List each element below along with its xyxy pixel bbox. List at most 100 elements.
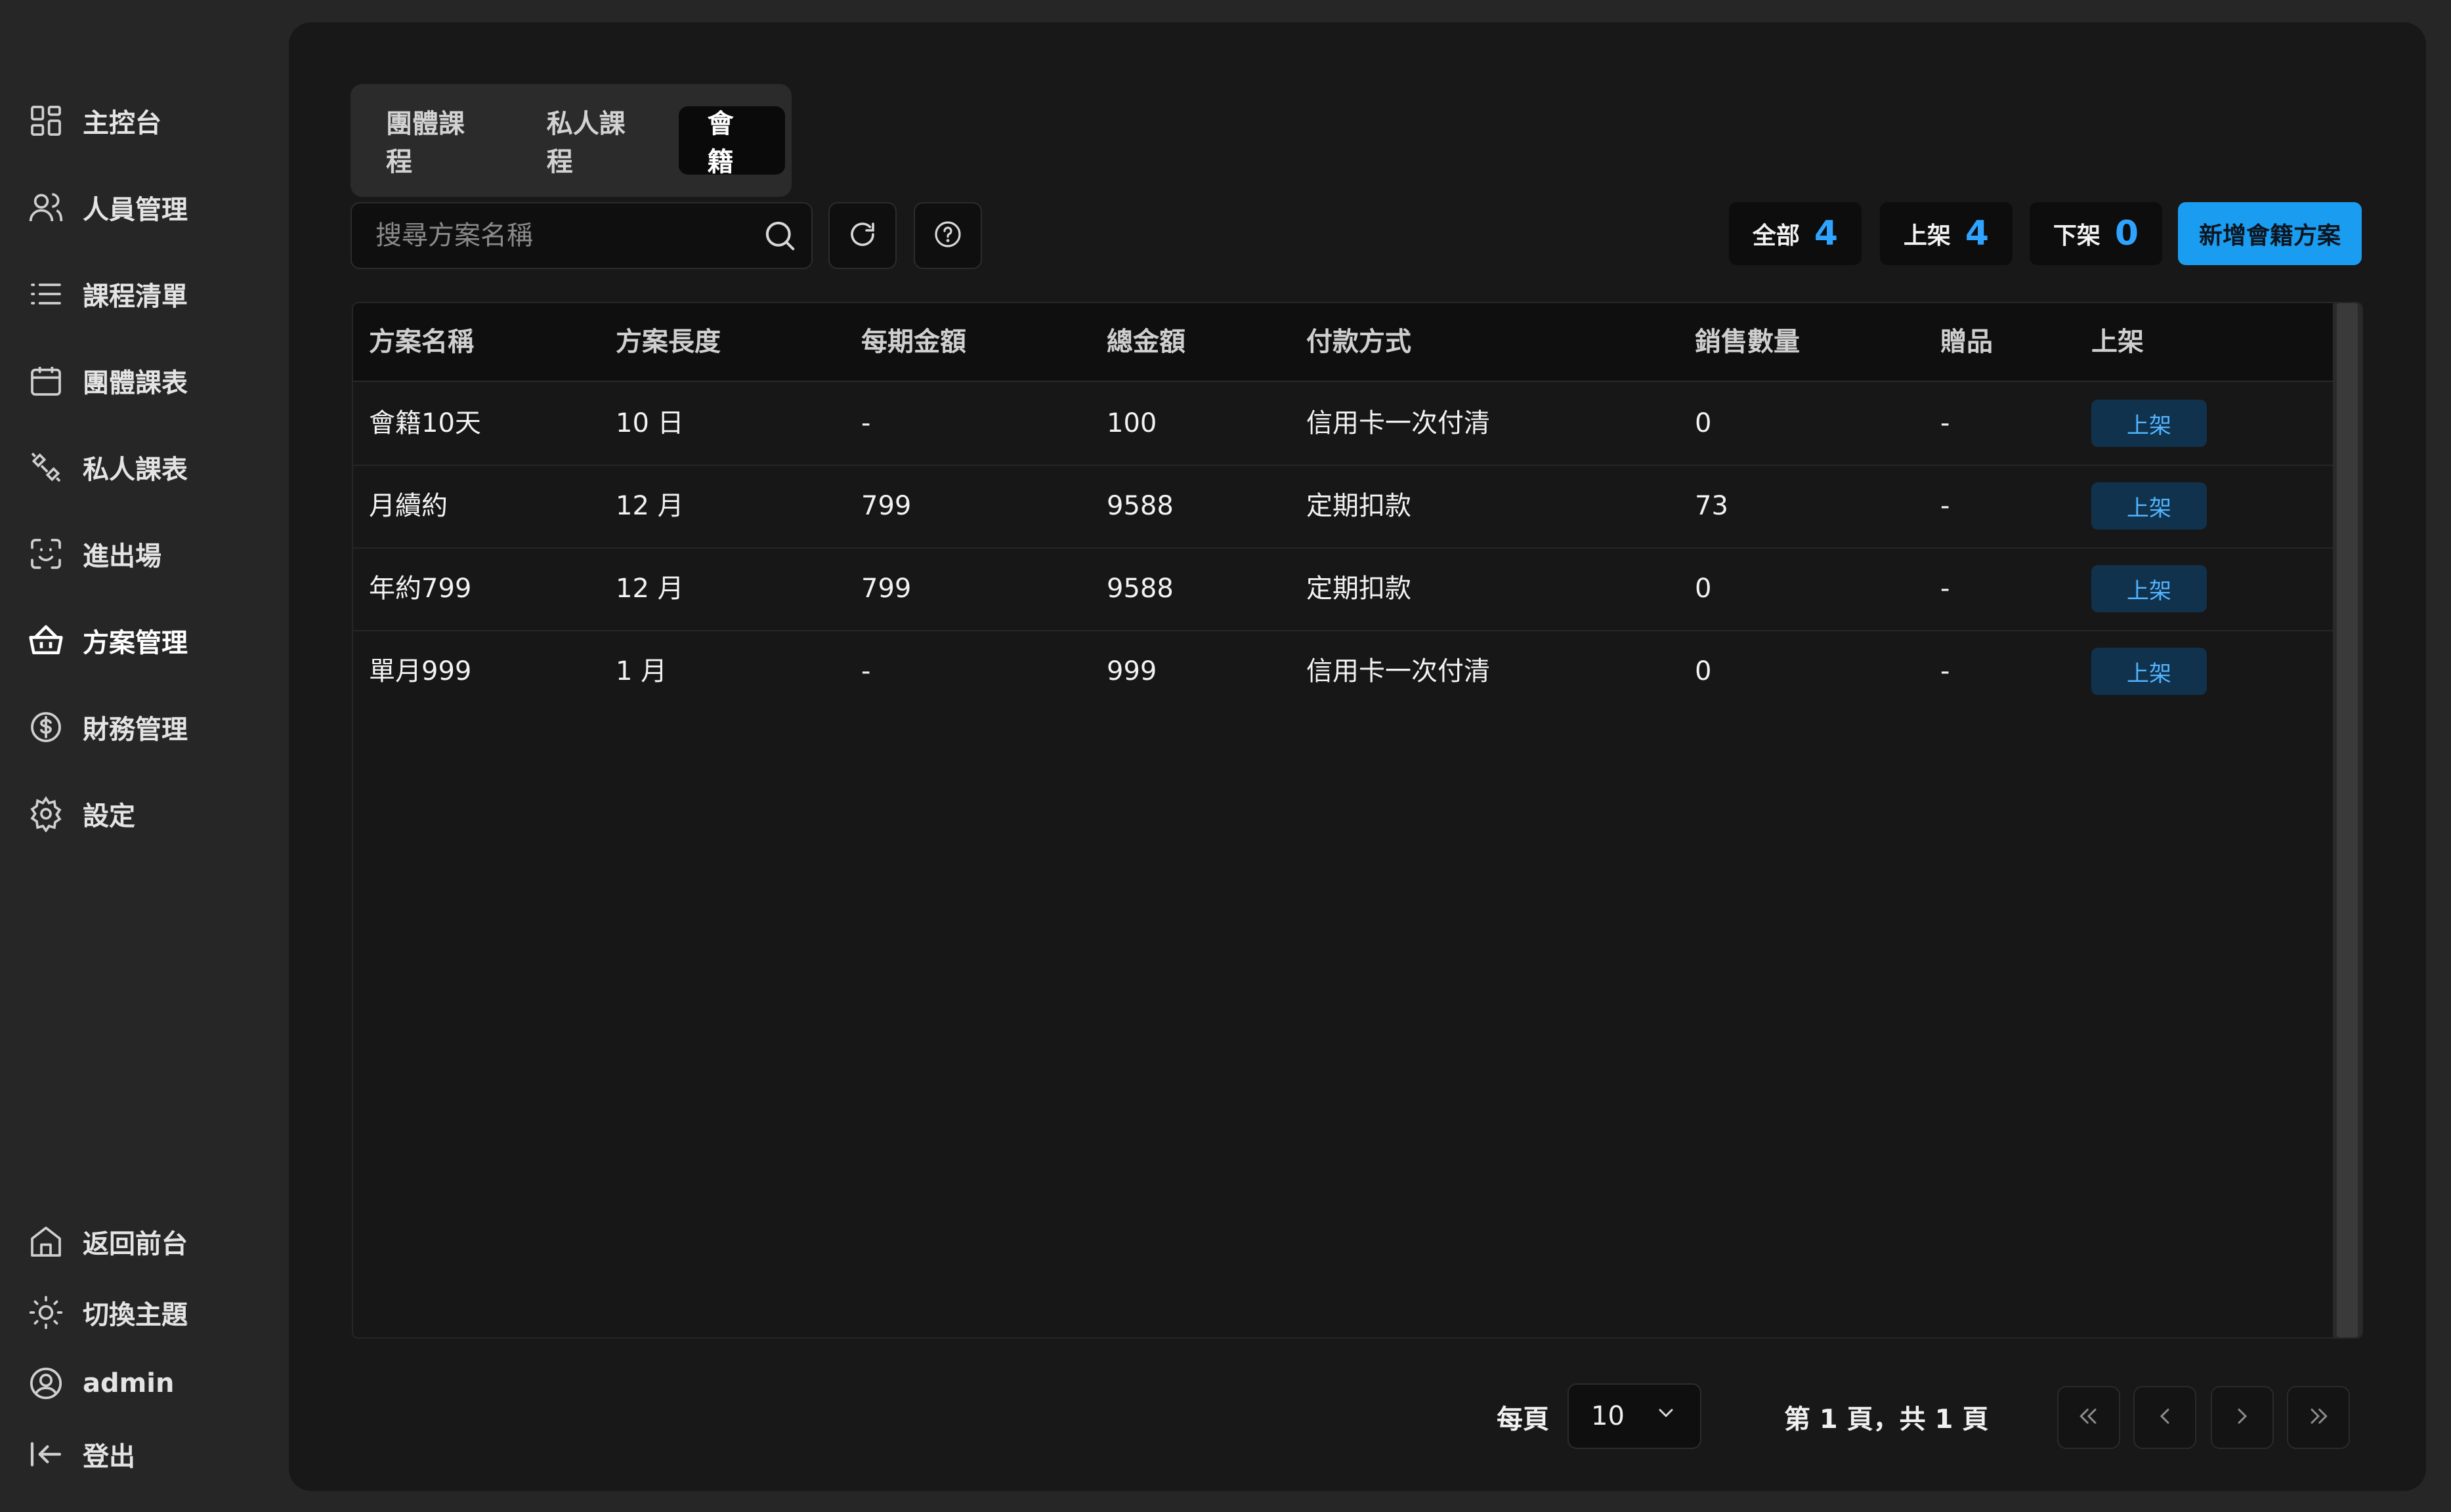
plan-length: 12 月 xyxy=(616,491,684,521)
per-period-amount: - xyxy=(861,408,871,438)
search-input[interactable] xyxy=(352,203,748,268)
table-scrollbar[interactable] xyxy=(2333,303,2362,1337)
scrollbar-thumb[interactable] xyxy=(2337,303,2358,1337)
sidebar: 主控台 人員管理 課程清單 團體課表 私人課表 進出場 方案管理 財務管理 設定… xyxy=(0,0,289,1512)
tab-membership[interactable]: 會籍 xyxy=(678,106,785,177)
first-page-button[interactable] xyxy=(2057,1386,2120,1449)
column-header[interactable]: 上架 xyxy=(2091,303,2144,381)
sales-count: 0 xyxy=(1695,408,1712,438)
last-page-button[interactable] xyxy=(2287,1386,2350,1449)
status-badge[interactable]: 上架 xyxy=(2091,565,2207,612)
plan-name: 年約799 xyxy=(369,574,472,604)
sidebar-item-account[interactable]: admin xyxy=(26,1357,175,1410)
sidebar-item-checkin[interactable]: 進出場 xyxy=(26,528,161,580)
table-row[interactable]: 年約799 12 月 799 9588 定期扣款 0 - 上架 xyxy=(353,547,2333,631)
filter-listed-label: 上架 xyxy=(1903,222,1951,249)
status-badge[interactable]: 上架 xyxy=(2091,400,2207,447)
sidebar-item-label: 返回前台 xyxy=(83,1229,188,1259)
sidebar-item-label: 方案管理 xyxy=(83,628,188,658)
sidebar-item-label: admin xyxy=(83,1368,175,1398)
calendar-icon xyxy=(26,361,66,400)
sidebar-item-settings[interactable]: 設定 xyxy=(26,788,135,840)
filter-all[interactable]: 全部 4 xyxy=(1729,202,1862,265)
per-period-amount: - xyxy=(861,656,871,686)
per-page-label: 每頁 xyxy=(1497,1404,1549,1435)
sidebar-item-label: 登出 xyxy=(83,1442,135,1472)
sun-icon xyxy=(26,1293,66,1332)
total-amount: 100 xyxy=(1107,408,1157,438)
filter-unlisted-label: 下架 xyxy=(2053,222,2100,249)
gift: - xyxy=(1940,574,1950,604)
table-row[interactable]: 月續約 12 月 799 9588 定期扣款 73 - 上架 xyxy=(353,465,2333,549)
sidebar-item-toggle-theme[interactable]: 切換主題 xyxy=(26,1286,188,1339)
sidebar-item-group-schedule[interactable]: 團體課表 xyxy=(26,354,188,407)
per-page-select[interactable]: 10 xyxy=(1567,1383,1701,1449)
sidebar-item-finance[interactable]: 財務管理 xyxy=(26,701,188,753)
column-header[interactable]: 方案名稱 xyxy=(369,303,474,381)
table-header: 方案名稱 方案長度 每期金額 總金額 付款方式 銷售數量 贈品 上架 xyxy=(353,303,2333,382)
next-page-button[interactable] xyxy=(2211,1386,2274,1449)
tab-private-courses[interactable]: 私人課程 xyxy=(518,106,673,177)
filter-unlisted-count: 0 xyxy=(2114,214,2139,253)
sidebar-item-label: 主控台 xyxy=(83,108,161,138)
sidebar-item-label: 設定 xyxy=(83,801,135,831)
sidebar-item-label: 私人課表 xyxy=(83,455,188,485)
gear-icon xyxy=(26,794,66,833)
filter-listed-count: 4 xyxy=(1965,214,1990,253)
sidebar-item-label: 財務管理 xyxy=(83,715,188,745)
scan-face-icon xyxy=(26,534,66,574)
table-row[interactable]: 單月999 1 月 - 999 信用卡一次付清 0 - 上架 xyxy=(353,630,2333,713)
chevrons-left-icon xyxy=(2076,1403,2102,1432)
sidebar-item-back-to-front[interactable]: 返回前台 xyxy=(26,1215,188,1268)
sidebar-item-private-schedule[interactable]: 私人課表 xyxy=(26,441,188,494)
refresh-button[interactable] xyxy=(828,202,897,269)
filter-all-label: 全部 xyxy=(1752,222,1800,249)
filter-all-count: 4 xyxy=(1814,214,1839,253)
sales-count: 73 xyxy=(1695,491,1728,521)
search-icon[interactable] xyxy=(748,218,811,253)
payment-method: 定期扣款 xyxy=(1306,574,1411,604)
plan-length: 10 日 xyxy=(616,408,684,438)
per-period-amount: 799 xyxy=(861,574,912,604)
sidebar-item-dashboard[interactable]: 主控台 xyxy=(26,94,161,147)
sidebar-item-logout[interactable]: 登出 xyxy=(26,1428,135,1480)
plan-name: 月續約 xyxy=(369,491,448,521)
total-amount: 999 xyxy=(1107,656,1157,686)
per-page-value: 10 xyxy=(1591,1401,1625,1431)
sidebar-item-course-list[interactable]: 課程清單 xyxy=(26,268,188,320)
column-header[interactable]: 贈品 xyxy=(1940,303,1993,381)
filter-listed[interactable]: 上架 4 xyxy=(1880,202,2013,265)
column-header[interactable]: 方案長度 xyxy=(616,303,721,381)
status-badge[interactable]: 上架 xyxy=(2091,648,2207,695)
total-amount: 9588 xyxy=(1107,574,1174,604)
column-header[interactable]: 總金額 xyxy=(1107,303,1185,381)
sidebar-item-staff[interactable]: 人員管理 xyxy=(26,181,188,234)
add-membership-plan-button[interactable]: 新增會籍方案 xyxy=(2178,202,2362,265)
chevron-down-icon xyxy=(1654,1401,1678,1431)
prev-page-button[interactable] xyxy=(2133,1386,2196,1449)
dollar-circle-icon xyxy=(26,707,66,747)
dumbbell-icon xyxy=(26,448,66,487)
payment-method: 信用卡一次付清 xyxy=(1306,656,1490,686)
plan-name: 會籍10天 xyxy=(369,408,481,438)
sidebar-item-plans[interactable]: 方案管理 xyxy=(26,614,188,667)
search-box xyxy=(351,202,813,269)
column-header[interactable]: 銷售數量 xyxy=(1695,303,1800,381)
gift: - xyxy=(1940,408,1950,438)
column-header[interactable]: 每期金額 xyxy=(861,303,966,381)
sales-count: 0 xyxy=(1695,574,1712,604)
filter-unlisted[interactable]: 下架 0 xyxy=(2030,202,2162,265)
main-panel: 團體課程 私人課程 會籍 全部 4 上架 4 下架 0 新增會籍方案 方案名稱 … xyxy=(289,22,2426,1491)
column-header[interactable]: 付款方式 xyxy=(1306,303,1411,381)
tab-group-courses[interactable]: 團體課程 xyxy=(357,106,513,177)
table-row[interactable]: 會籍10天 10 日 - 100 信用卡一次付清 0 - 上架 xyxy=(353,382,2333,466)
plan-name: 單月999 xyxy=(369,656,472,686)
gift: - xyxy=(1940,491,1950,521)
payment-method: 定期扣款 xyxy=(1306,491,1411,521)
plan-length: 1 月 xyxy=(616,656,668,686)
users-icon xyxy=(26,188,66,227)
chevron-right-icon xyxy=(2229,1403,2255,1432)
status-badge[interactable]: 上架 xyxy=(2091,482,2207,530)
help-circle-icon xyxy=(932,219,964,253)
help-button[interactable] xyxy=(914,202,982,269)
